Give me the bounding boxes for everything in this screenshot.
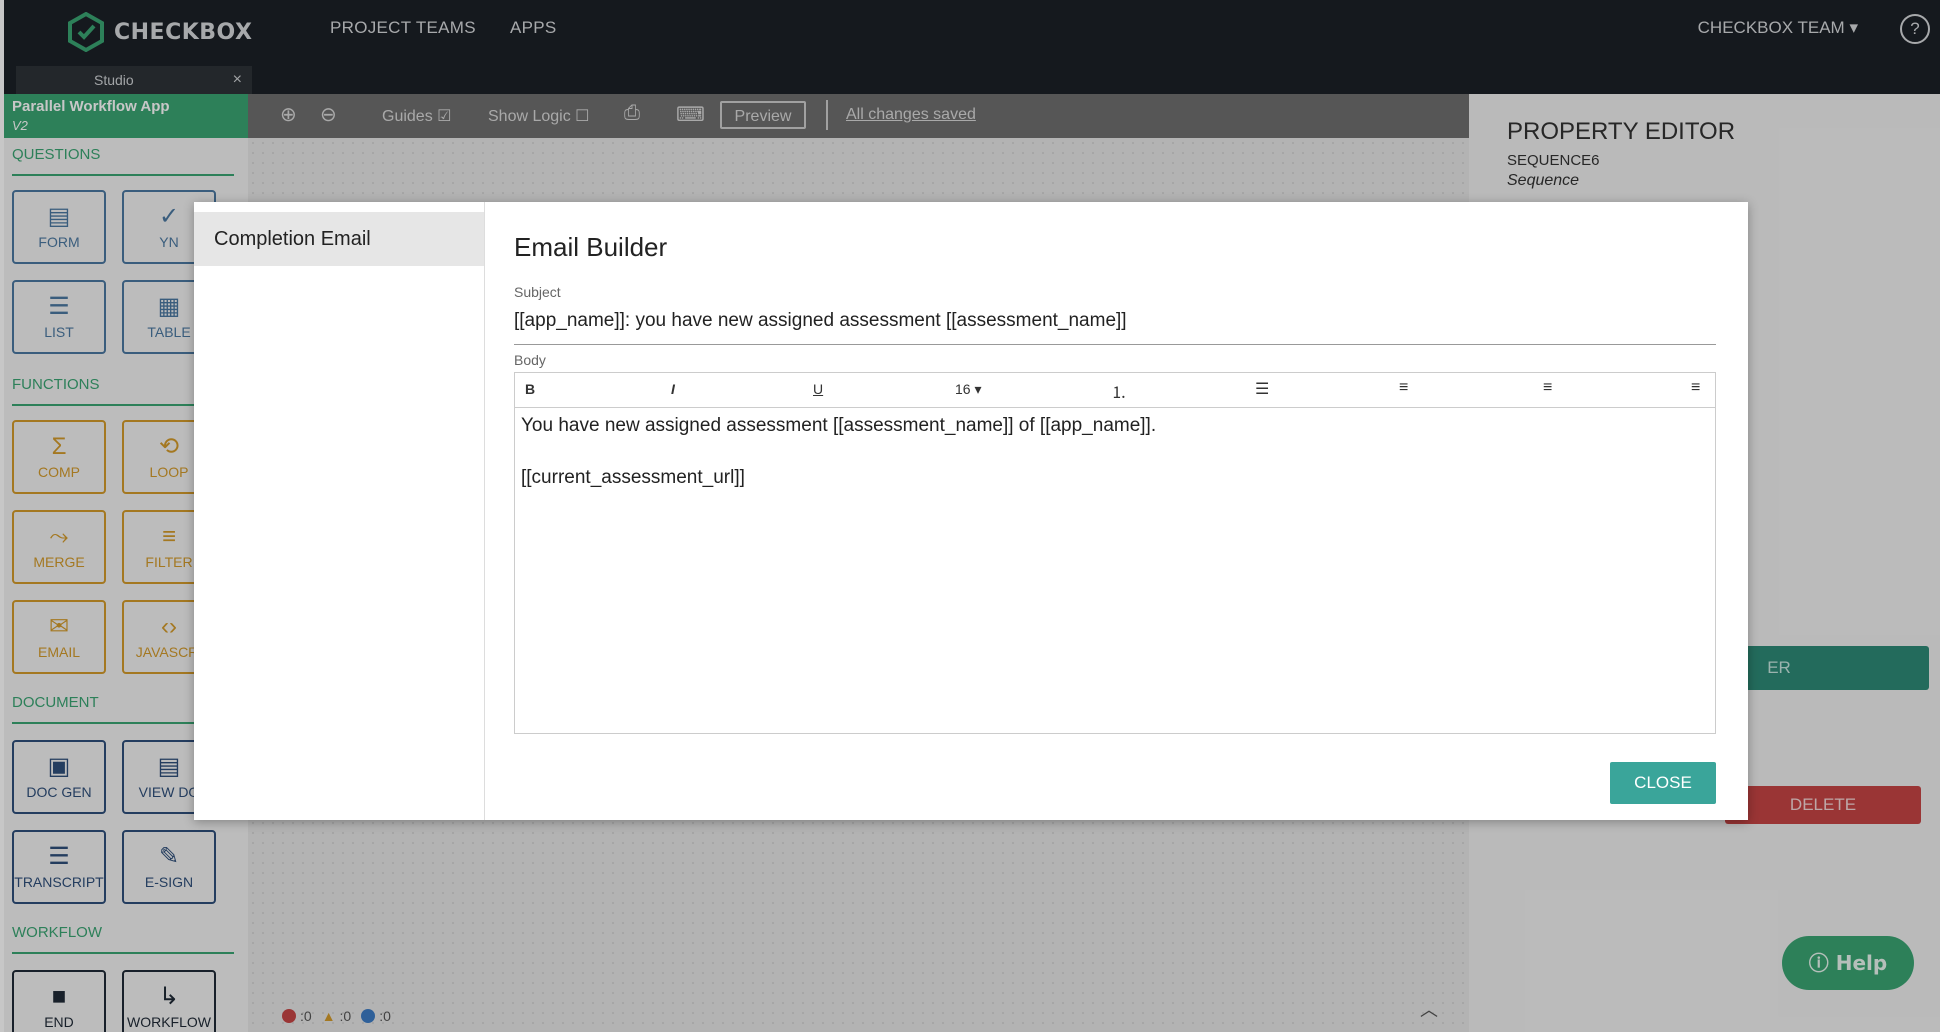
nav-completion-email[interactable]: Completion Email xyxy=(194,212,484,266)
editor-toolbar: B I U 16 ▾ ⒈ ☰ ≡ ≡ ≡ xyxy=(515,373,1715,408)
underline-button[interactable]: U xyxy=(813,381,823,397)
body-line: You have new assigned assessment [[asses… xyxy=(521,415,1157,436)
email-builder-modal: Completion Email Email Builder Subject [… xyxy=(194,202,1748,820)
editor-content[interactable]: You have new assigned assessment [[asses… xyxy=(521,413,1156,491)
body-label: Body xyxy=(514,352,546,368)
ordered-list-icon[interactable]: ⒈ xyxy=(1111,379,1127,403)
caret-down-icon: ▾ xyxy=(974,381,982,397)
subject-input[interactable]: [[app_name]]: you have new assigned asse… xyxy=(514,310,1716,345)
modal-title: Email Builder xyxy=(514,232,668,262)
font-size-value: 16 xyxy=(955,381,971,397)
bullet-list-icon[interactable]: ☰ xyxy=(1255,379,1269,399)
body-editor[interactable]: B I U 16 ▾ ⒈ ☰ ≡ ≡ ≡ You have new assign… xyxy=(514,372,1716,734)
body-line-blank xyxy=(521,439,1156,465)
align-center-icon[interactable]: ≡ xyxy=(1543,379,1552,397)
modal-sidebar: Completion Email xyxy=(194,202,485,820)
body-line: [[current_assessment_url]] xyxy=(521,467,745,488)
italic-button[interactable]: I xyxy=(671,381,675,397)
font-size-dropdown[interactable]: 16 ▾ xyxy=(955,381,982,398)
align-left-icon[interactable]: ≡ xyxy=(1399,379,1408,397)
close-button[interactable]: CLOSE xyxy=(1610,762,1716,804)
bold-button[interactable]: B xyxy=(525,381,535,397)
align-right-icon[interactable]: ≡ xyxy=(1691,379,1700,397)
subject-label: Subject xyxy=(514,284,561,300)
